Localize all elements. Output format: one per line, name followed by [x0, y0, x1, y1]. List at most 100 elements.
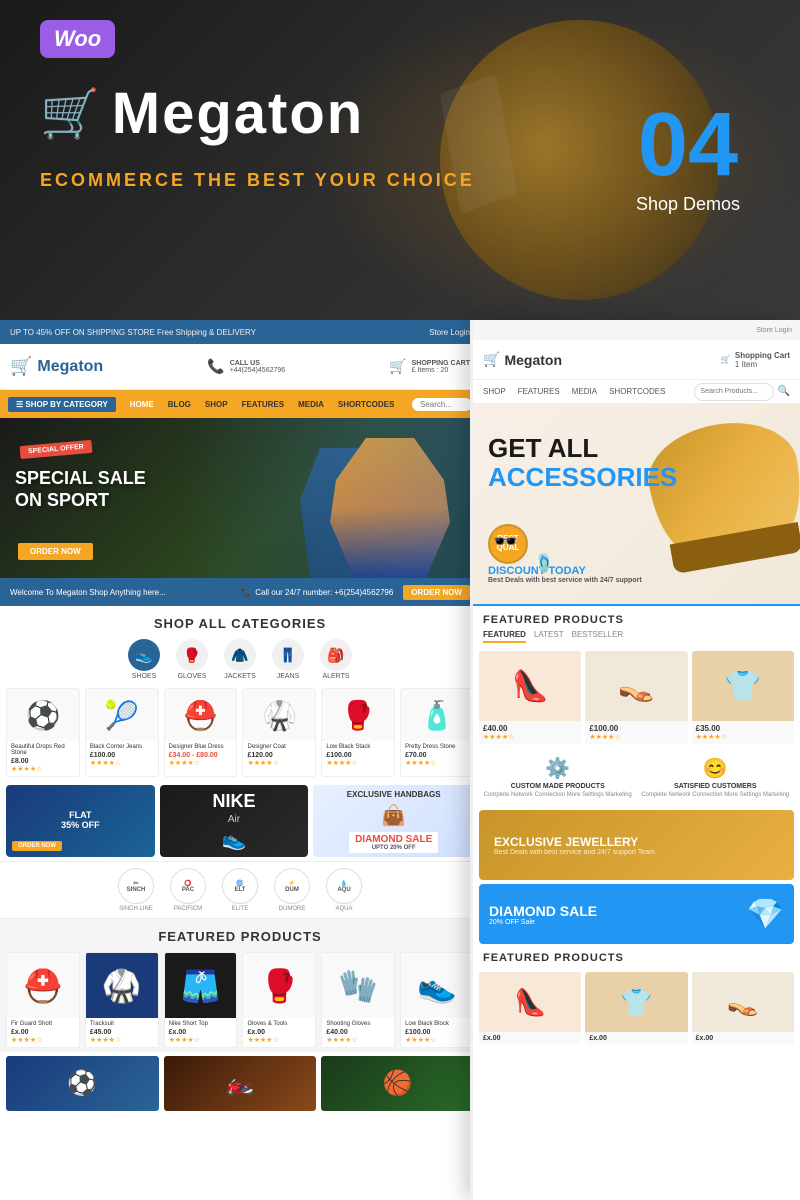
promo-handbag-banner[interactable]: EXCLUSIVE HANDBAGS 👜 DIAMOND SALE UPTO 2… — [313, 785, 474, 857]
featured-name-6: Low Black Block — [405, 1021, 469, 1027]
product-img-2: 🎾 — [86, 689, 158, 741]
demos-label: Shop Demos — [636, 194, 740, 215]
r-cart-info[interactable]: 🛒 Shopping Cart 1 Item — [721, 351, 790, 369]
r-fp-price-3: £x.00 — [696, 1035, 790, 1042]
r-nav-features[interactable]: FEATURES — [518, 387, 560, 396]
r-fp-card-1[interactable]: 👠 £x.00 — [479, 972, 581, 1045]
r-product-3[interactable]: 👕 £35.00 ★★★★☆ — [692, 651, 794, 744]
r-nav-shortcodes[interactable]: SHORTCODES — [609, 387, 665, 396]
r-tab-bestseller[interactable]: BESTSELLER — [572, 630, 624, 643]
featured-title: FEATURED PRODUCTS — [0, 919, 480, 948]
product-price-3: £34.00 - £80.00 — [169, 752, 233, 759]
category-btn[interactable]: ☰ SHOP BY CATEGORY — [8, 397, 116, 412]
call-number: +44(254)4562796 — [230, 367, 285, 374]
nav-media[interactable]: MEDIA — [298, 400, 324, 409]
info-order-btn[interactable]: ORDER NOW — [403, 585, 470, 600]
cat-shoes-label: SHOES — [132, 673, 157, 680]
search-input[interactable] — [412, 398, 472, 411]
r-nav-media[interactable]: MEDIA — [572, 387, 597, 396]
brand-pacificm[interactable]: ⭕PAC PACIFICM — [170, 868, 206, 912]
cat-alerts[interactable]: 🎒 ALERTS — [320, 639, 352, 680]
promo-water-banner[interactable]: FLAT35% OFF ORDER NOW — [6, 785, 155, 857]
products-row: ⚽ Beautiful Drops Red Stone £8.00 ★★★★☆ … — [0, 684, 480, 781]
sport-basketball[interactable]: 🏀 — [321, 1056, 474, 1111]
nav-blog[interactable]: BLOG — [168, 400, 191, 409]
r-product-stars-2: ★★★★☆ — [589, 733, 683, 741]
r-search-input[interactable] — [694, 383, 774, 401]
r-product-price-2: £100.00 — [589, 724, 683, 733]
featured-name-1: Fir Guard Shott — [11, 1021, 75, 1027]
hero-banner: SPECIAL OFFER SPECIAL SALEON SPORT ORDER… — [0, 418, 480, 578]
product-card-1[interactable]: ⚽ Beautiful Drops Red Stone £8.00 ★★★★☆ — [6, 688, 80, 777]
brand-aqua-name: AQUA — [335, 906, 352, 912]
r-jewellery-sub: Best Deals with best service and 24/7 su… — [494, 849, 655, 856]
r-fp-card-3[interactable]: 👡 £x.00 — [692, 972, 794, 1045]
featured-info-1: Fir Guard Shott £x.00 ★★★★☆ — [7, 1018, 79, 1047]
r-tab-latest[interactable]: LATEST — [534, 630, 564, 643]
phone-icon: 📞 — [207, 358, 224, 375]
r-diamond-sub: 20% OFF Sale — [489, 919, 597, 926]
featured-price-2: £45.00 — [90, 1029, 154, 1036]
r-fp-info-2: £x.00 — [585, 1032, 687, 1045]
featured-card-6[interactable]: 👟 Low Black Block £100.00 ★★★★☆ — [400, 952, 474, 1048]
r-fp-info-3: £x.00 — [692, 1032, 794, 1045]
r-search-icon[interactable]: 🔍 — [778, 386, 790, 397]
featured-card-1[interactable]: ⛑️ Fir Guard Shott £x.00 ★★★★☆ — [6, 952, 80, 1048]
r-product-1[interactable]: 👠 £40.00 ★★★★☆ — [479, 651, 581, 744]
topbar-right: Store Login — [429, 328, 470, 337]
product-card-5[interactable]: 🥊 Low Black Stack £100.00 ★★★★☆ — [321, 688, 395, 777]
nav-shop[interactable]: SHOP — [205, 400, 228, 409]
product-card-6[interactable]: 🧴 Pretty Dress Stone £70.00 ★★★★☆ — [400, 688, 474, 777]
brand-sinchline[interactable]: ✂SINCH SINCH LINE — [118, 868, 154, 912]
cat-gloves[interactable]: 🥊 GLOVES — [176, 639, 208, 680]
r-fp-price-2: £x.00 — [589, 1035, 683, 1042]
brand-elite-name: ELITE — [232, 906, 249, 912]
r-product-2[interactable]: 👡 £100.00 ★★★★☆ — [585, 651, 687, 744]
featured-info-2: Tracksuit £45.00 ★★★★☆ — [86, 1018, 158, 1047]
r-nav-shop[interactable]: SHOP — [483, 387, 506, 396]
r-jewellery-banner[interactable]: EXCLUSIVE JEWELLERY Best Deals with best… — [479, 810, 794, 880]
r-tabs: FEATURED LATEST BESTSELLER — [473, 630, 800, 643]
brand-dumore[interactable]: ⚡DUM DUMORE — [274, 868, 310, 912]
categories-title: SHOP ALL CATEGORIES — [0, 606, 480, 635]
promo-nike-banner[interactable]: NIKE Air 👟 — [160, 785, 309, 857]
brand-aqua[interactable]: 💧AQU AQUA — [326, 868, 362, 912]
brand-elite[interactable]: 🌀ELT ELITE — [222, 868, 258, 912]
nav-home[interactable]: HOME — [130, 400, 154, 409]
r-tab-featured[interactable]: FEATURED — [483, 630, 526, 643]
product-info-5: Low Black Stack £100.00 ★★★★☆ — [322, 741, 394, 770]
featured-card-4[interactable]: 🥊 Gloves & Tools £x.00 ★★★★☆ — [242, 952, 316, 1048]
sport-motocross[interactable]: 🏍️ — [164, 1056, 317, 1111]
cart-amount: £ Items : 20 — [412, 367, 470, 374]
product-price-2: £100.00 — [90, 752, 154, 759]
r-discount-sub: Best Deals with best service with 24/7 s… — [488, 577, 642, 584]
product-img-6: 🧴 — [401, 689, 473, 741]
promo-order-btn[interactable]: ORDER NOW — [12, 841, 62, 851]
sport-soccer[interactable]: ⚽ — [6, 1056, 159, 1111]
cat-jeans[interactable]: 👖 JEANS — [272, 639, 304, 680]
featured-card-2[interactable]: 🥋 Tracksuit £45.00 ★★★★☆ — [85, 952, 159, 1048]
nav-shortcodes[interactable]: SHORTCODES — [338, 400, 394, 409]
r-jewellery-title: EXCLUSIVE JEWELLERY — [494, 835, 655, 849]
r-fp-card-2[interactable]: 👕 £x.00 — [585, 972, 687, 1045]
cat-jackets[interactable]: 🧥 JACKETS — [224, 639, 256, 680]
header-cart[interactable]: 🛒 SHOPPING CART £ Items : 20 — [389, 358, 470, 375]
product-stars-1: ★★★★☆ — [11, 765, 75, 773]
featured-stars-6: ★★★★☆ — [405, 1036, 469, 1044]
product-card-4[interactable]: 🥋 Designer Coat £120.00 ★★★★☆ — [242, 688, 316, 777]
nav-features[interactable]: FEATURES — [242, 400, 285, 409]
r-product-price-1: £40.00 — [483, 724, 577, 733]
featured-card-5[interactable]: 🧤 Shooting Gloves £40.00 ★★★★☆ — [321, 952, 395, 1048]
cat-shoes[interactable]: 👟 SHOES — [128, 639, 160, 680]
topbar-left: UP TO 45% OFF ON SHIPPING STORE Free Shi… — [10, 328, 256, 337]
order-now-btn[interactable]: ORDER NOW — [18, 543, 93, 560]
product-card-2[interactable]: 🎾 Black Corner Jeans £100.00 ★★★★☆ — [85, 688, 159, 777]
r-diamond-promo[interactable]: DIAMOND SALE 20% OFF Sale 💎 — [479, 884, 794, 944]
featured-stars-3: ★★★★☆ — [169, 1036, 233, 1044]
cat-jackets-label: JACKETS — [224, 673, 256, 680]
demo-right: Store Login 🛒 Megaton 🛒 Shopping Cart 1 … — [470, 320, 800, 1200]
featured-card-3[interactable]: 🩳 Nike Short Top £x.00 ★★★★☆ — [164, 952, 238, 1048]
store-logo-cart: 🛒 — [10, 356, 32, 377]
woo-badge: Woo — [40, 20, 115, 58]
product-card-3[interactable]: ⛑️ Designer Blue Dress £34.00 - £80.00 ★… — [164, 688, 238, 777]
